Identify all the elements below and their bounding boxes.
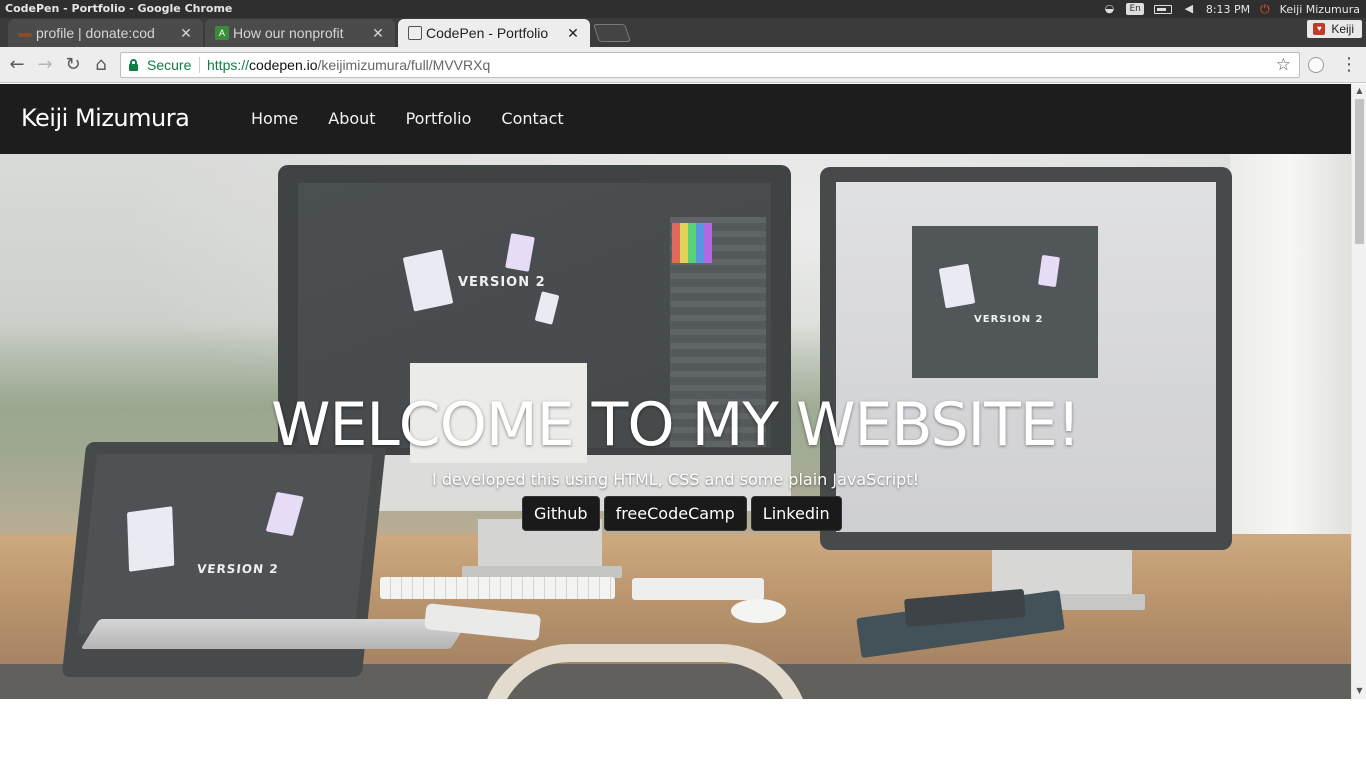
tab-title: How our nonprofit — [233, 25, 344, 41]
freecodecamp-icon — [18, 33, 32, 37]
tab-nonprofit[interactable]: A How our nonprofit ✕ — [205, 19, 395, 47]
tab-freecodecamp[interactable]: profile | donate:cod ✕ — [8, 19, 203, 47]
clock[interactable]: 8:13 PM — [1206, 3, 1250, 16]
power-icon[interactable]: ⏻ — [1260, 2, 1270, 17]
wifi-icon[interactable]: ◒ — [1102, 3, 1116, 15]
scroll-up-arrow-icon[interactable]: ▲ — [1352, 84, 1366, 98]
nav-link-about[interactable]: About — [328, 109, 375, 128]
tab-codepen-portfolio[interactable]: CodePen - Portfolio ✕ — [398, 19, 590, 47]
hero-section: VERSION 2 VERSION 2 VERSION 2 WELCOME TO… — [0, 154, 1351, 699]
profile-name: Keiji — [1331, 22, 1354, 36]
forward-button[interactable]: → — [34, 54, 56, 76]
profile-button[interactable]: ♥ Keiji — [1307, 20, 1362, 38]
new-tab-button[interactable] — [593, 24, 631, 42]
nav-link-contact[interactable]: Contact — [501, 109, 563, 128]
os-top-bar: CodePen - Portfolio - Google Chrome ◒ En… — [0, 0, 1366, 18]
volume-icon[interactable]: ◀ — [1182, 3, 1196, 15]
github-button[interactable]: Github — [522, 496, 600, 531]
scrollbar-thumb[interactable] — [1355, 99, 1364, 244]
freecodecamp-button[interactable]: freeCodeCamp — [603, 496, 747, 531]
nav-link-portfolio[interactable]: Portfolio — [406, 109, 472, 128]
tab-title: CodePen - Portfolio — [426, 25, 549, 41]
site-nav-links: Home About Portfolio Contact — [251, 109, 564, 128]
browser-toolbar: ← → ↻ ⌂ Secure https://codepen.io/keijim… — [0, 47, 1366, 83]
url-text[interactable]: https://codepen.io/keijimizumura/full/MV… — [207, 57, 490, 73]
back-button[interactable]: ← — [6, 54, 28, 76]
bookmark-star-icon[interactable]: ☆ — [1276, 55, 1291, 75]
hero-title: WELCOME TO MY WEBSITE! — [271, 390, 1081, 460]
linkedin-button[interactable]: Linkedin — [750, 496, 842, 531]
android-icon: A — [215, 26, 229, 40]
close-icon[interactable]: ✕ — [179, 25, 193, 42]
home-button[interactable]: ⌂ — [90, 54, 112, 76]
address-bar[interactable]: Secure https://codepen.io/keijimizumura/… — [120, 52, 1300, 78]
site-brand[interactable]: Keiji Mizumura — [21, 104, 190, 132]
chrome-menu-icon[interactable]: ⋮ — [1340, 54, 1358, 76]
battery-icon[interactable] — [1153, 4, 1172, 14]
lock-icon[interactable] — [129, 59, 138, 71]
keyboard-layout-indicator[interactable]: En — [1126, 3, 1144, 15]
page-scrollbar[interactable]: ▲ ▼ — [1351, 84, 1366, 699]
tab-title: profile | donate:cod — [36, 25, 155, 41]
extension-icon[interactable] — [1308, 57, 1324, 73]
user-name[interactable]: Keiji Mizumura — [1280, 3, 1360, 16]
profile-icon: ♥ — [1313, 23, 1326, 35]
window-title: CodePen - Portfolio - Google Chrome — [5, 2, 233, 15]
reload-button[interactable]: ↻ — [62, 54, 84, 76]
hero-subtitle: I developed this using HTML, CSS and som… — [432, 470, 919, 489]
tab-strip: profile | donate:cod ✕ A How our nonprof… — [0, 18, 1366, 47]
close-icon[interactable]: ✕ — [371, 25, 385, 42]
scroll-down-arrow-icon[interactable]: ▼ — [1352, 684, 1366, 698]
system-tray: ◒ En ◀ 8:13 PM ⏻ Keiji Mizumura — [1102, 1, 1360, 17]
omnibox-divider — [199, 57, 200, 73]
page-viewport: Keiji Mizumura Home About Portfolio Cont… — [0, 84, 1366, 768]
close-icon[interactable]: ✕ — [566, 25, 580, 42]
hero-button-group: Github freeCodeCamp Linkedin — [522, 496, 842, 531]
security-label[interactable]: Secure — [147, 57, 191, 73]
codepen-icon — [408, 26, 422, 40]
site-navbar: Keiji Mizumura Home About Portfolio Cont… — [0, 84, 1351, 154]
nav-link-home[interactable]: Home — [251, 109, 298, 128]
